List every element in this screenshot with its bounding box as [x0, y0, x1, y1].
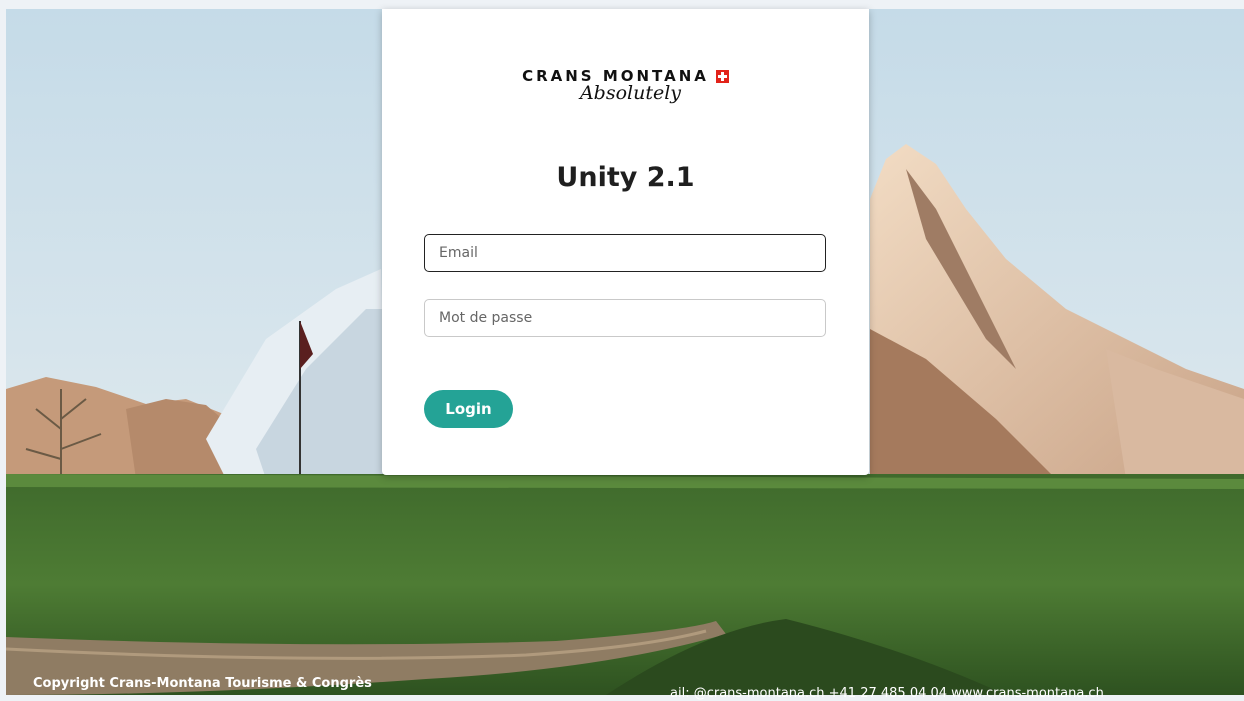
app-title: Unity 2.1 [556, 162, 695, 193]
brand-logo: CRANS MONTANA Absolutely [382, 66, 869, 104]
contact-info: ail: @crans-montana.ch +41 27 485 04 04 … [670, 686, 1104, 701]
copyright-text: Copyright Crans-Montana Tourisme & Congr… [33, 676, 372, 691]
brand-tagline: Absolutely [579, 82, 682, 104]
login-card: CRANS MONTANA Absolutely Unity 2.1 Login [382, 9, 869, 475]
email-field[interactable] [424, 234, 826, 272]
swiss-flag-icon [715, 69, 729, 83]
password-field[interactable] [424, 299, 826, 337]
login-button[interactable]: Login [424, 390, 513, 428]
